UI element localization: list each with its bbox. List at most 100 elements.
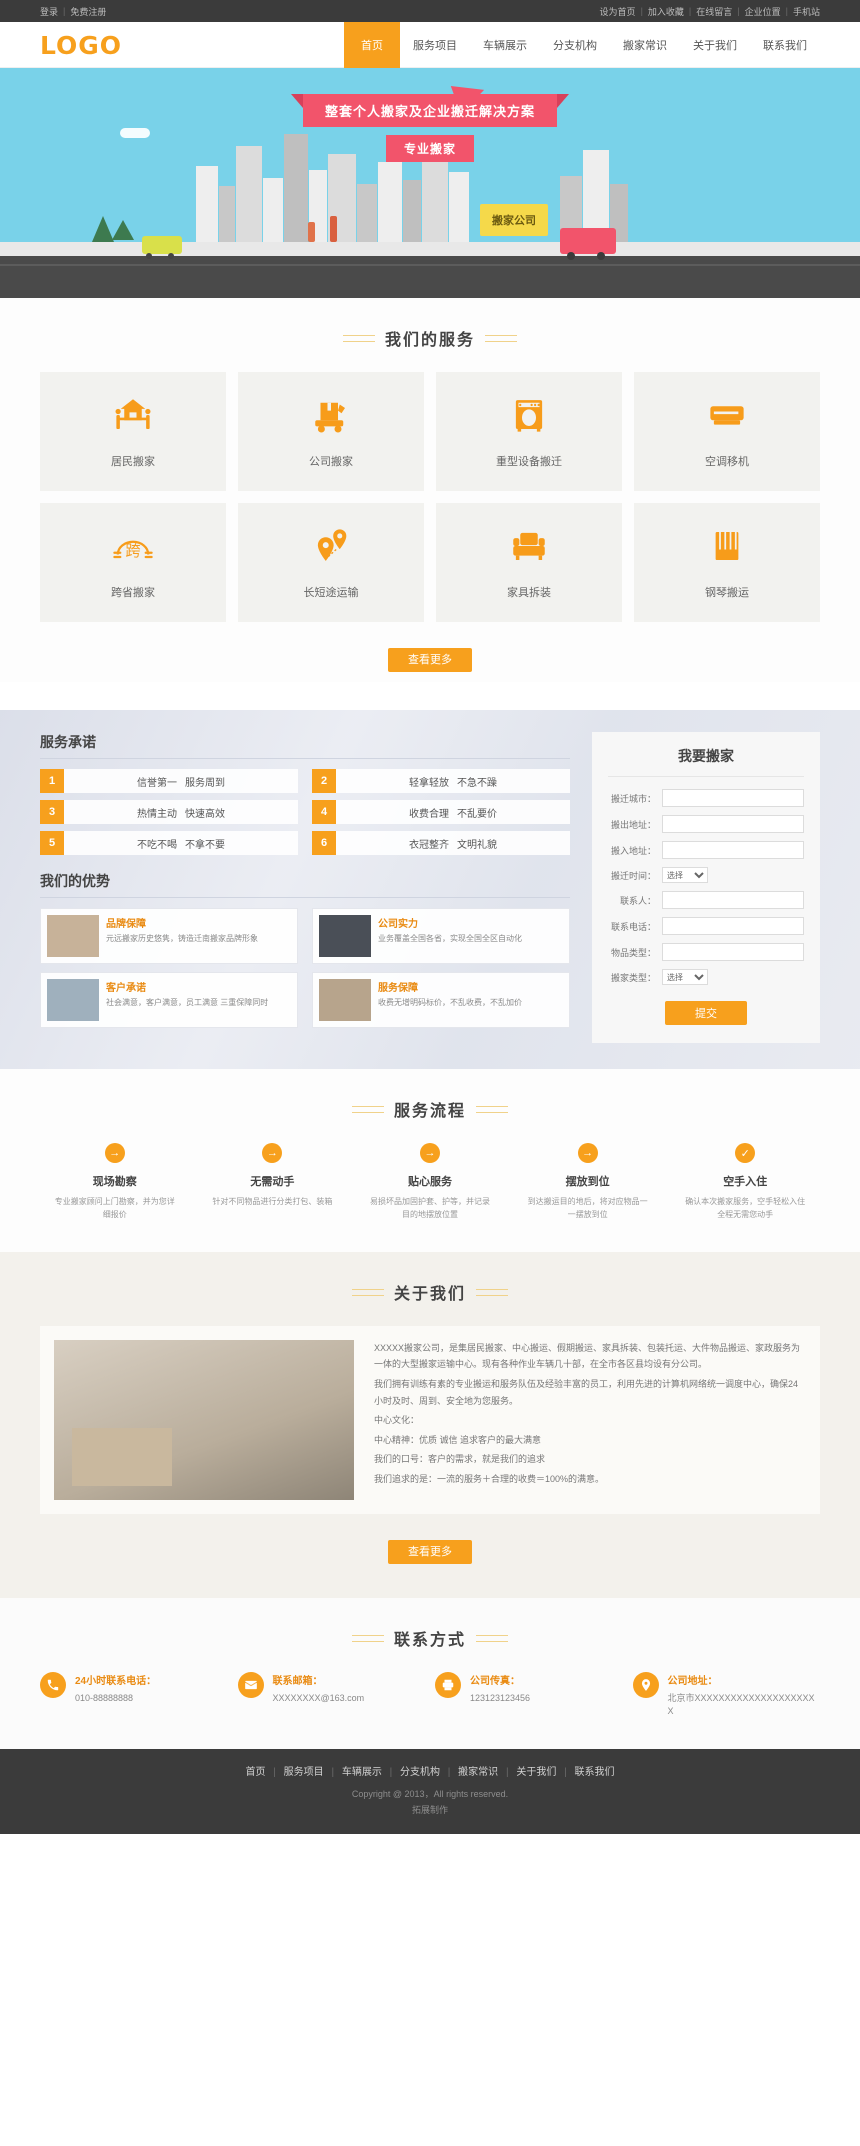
nav-item-vehicles[interactable]: 车辆展示 (470, 22, 540, 68)
hero-banner[interactable]: 搬家公司 整套个人搬家及企业搬迁解决方案 专业搬家 (0, 68, 860, 298)
washing-machine-icon (508, 394, 550, 439)
advantage-item[interactable]: 公司实力 业务覆盖全国各省，实现全国全区自动化 (312, 908, 570, 964)
to-address-input[interactable] (662, 841, 804, 859)
footer-link-vehicles[interactable]: 车辆展示 (342, 1767, 382, 1778)
footer-link-about[interactable]: 关于我们 (516, 1767, 556, 1778)
footer-link-branches[interactable]: 分支机构 (400, 1767, 440, 1778)
footer-link-contact[interactable]: 联系我们 (575, 1767, 615, 1778)
add-favorite-link[interactable]: 加入收藏 (648, 5, 684, 18)
advantage-body: 公司实力 业务覆盖全国各省，实现全国全区自动化 (378, 915, 522, 957)
contact-name-input[interactable] (662, 891, 804, 909)
building-shape (219, 186, 235, 242)
advantage-thumbnail (47, 979, 99, 1021)
advantage-item[interactable]: 品牌保障 元远搬家历史悠隽，铸造迁南搬家品牌形象 (40, 908, 298, 964)
building-shape (403, 180, 421, 242)
form-row-from-address: 搬出地址： (608, 815, 804, 833)
contact-value: 北京市XXXXXXXXXXXXXXXXXXXXX (667, 1692, 815, 1717)
goods-type-input[interactable] (662, 943, 804, 961)
service-card[interactable]: 长短途运输 (238, 503, 424, 622)
process-step: → 摆放到位 到达搬运目的地后，将对应物品一一摆放到位 (513, 1143, 663, 1222)
separator: | (640, 6, 643, 16)
nav-item-knowledge[interactable]: 搬家常识 (610, 22, 680, 68)
about-paragraph: 我们的口号：客户的需求，就是我们的追求 (374, 1454, 546, 1465)
separator: | (785, 6, 788, 16)
advantage-desc: 业务覆盖全国各省，实现全国全区自动化 (378, 934, 522, 943)
form-label: 联系人： (619, 895, 656, 906)
nav-item-home[interactable]: 首页 (344, 22, 400, 68)
service-card[interactable]: 居民搬家 (40, 372, 226, 491)
mobile-site-link[interactable]: 手机站 (793, 5, 820, 18)
advantage-desc: 收费无增明码标价，不乱收费，不乱加价 (378, 998, 522, 1007)
separator: | (688, 6, 692, 16)
form-label: 搬家类型： (610, 972, 656, 983)
phone-icon (40, 1671, 66, 1698)
site-header: LOGO 首页 服务项目 车辆展示 分支机构 搬家常识 关于我们 联系我们 (0, 22, 860, 68)
promise-text: 不吃不喝 不拿不要 (64, 831, 298, 855)
promise-text-b: 不急不躁 (457, 777, 497, 789)
site-logo[interactable]: LOGO (40, 31, 122, 60)
city-input[interactable] (662, 789, 804, 807)
process-step-desc: 到达搬运目的地后，将对应物品一一摆放到位 (527, 1197, 648, 1219)
services-more-button[interactable]: 查看更多 (388, 648, 472, 672)
advantage-head: 服务保障 (378, 983, 418, 994)
from-address-input[interactable] (662, 815, 804, 833)
login-link[interactable]: 登录 (40, 5, 58, 18)
map-pins-icon (310, 525, 352, 570)
about-heading: 关于我们 (0, 1252, 860, 1326)
service-label: 空调移机 (705, 456, 749, 468)
about-more-button[interactable]: 查看更多 (388, 1539, 472, 1564)
contact-body: 24小时联系电话： 010-88888888 (75, 1672, 156, 1706)
set-homepage-link[interactable]: 设为首页 (600, 5, 636, 18)
sofa-icon (508, 525, 550, 570)
promise-text-a: 信誉第一 (137, 777, 177, 789)
advantage-item[interactable]: 客户承诺 社会满意，客户满意，员工满意 三重保障同时 (40, 972, 298, 1028)
about-content: XXXXX搬家公司，是集居民搬家、中心搬运、假期搬运、家具拆装、包装托运、大件物… (40, 1325, 820, 1514)
person-icon (330, 216, 337, 242)
nav-item-services[interactable]: 服务项目 (400, 22, 470, 68)
nav-item-contact[interactable]: 联系我们 (750, 22, 820, 68)
advantage-thumbnail (319, 915, 371, 957)
about-section: 关于我们 XXXXX搬家公司，是集居民搬家、中心搬运、假期搬运、家具拆装、包装托… (0, 1251, 860, 1598)
nav-item-branches[interactable]: 分支机构 (540, 22, 610, 68)
contact-value: XXXXXXXX@163.com (272, 1692, 365, 1703)
nav-item-about[interactable]: 关于我们 (680, 22, 750, 68)
service-card[interactable]: 空调移机 (634, 372, 820, 491)
advantage-desc: 社会满意，客户满意，员工满意 三重保障同时 (106, 998, 269, 1007)
footer-link-services[interactable]: 服务项目 (284, 1767, 324, 1778)
top-utility-bar: 登录 | 免费注册 设为首页 | 加入收藏 | 在线留言 | 企业位置 | 手机… (0, 0, 860, 22)
advantage-head: 品牌保障 (106, 919, 146, 930)
service-card[interactable]: 钢琴搬运 (634, 503, 820, 622)
service-card[interactable]: 跨 跨省搬家 (40, 503, 226, 622)
register-link[interactable]: 免费注册 (70, 5, 106, 18)
arrow-right-icon: → (577, 1143, 598, 1163)
form-label: 搬迁城市： (610, 793, 656, 804)
advantage-item[interactable]: 服务保障 收费无增明码标价，不乱收费，不乱加价 (312, 972, 570, 1028)
form-row-city: 搬迁城市： (608, 789, 804, 807)
footer-link-knowledge[interactable]: 搬家常识 (458, 1767, 498, 1778)
advantage-body: 品牌保障 元远搬家历史悠隽，铸造迁南搬家品牌形象 (106, 915, 258, 957)
advantage-head: 客户承诺 (106, 983, 146, 994)
form-submit-button[interactable]: 提交 (665, 1001, 747, 1025)
section-title-text: 关于我们 (351, 1280, 509, 1304)
online-message-link[interactable]: 在线留言 (696, 5, 732, 18)
about-paragraph: 我们追求的是：一流的服务＋合理的收费＝100%的满意。 (374, 1474, 605, 1485)
promise-item: 6 衣冠整齐 文明礼貌 (312, 831, 570, 855)
about-paragraph: 中心文化： (374, 1415, 420, 1426)
footer-link-home[interactable]: 首页 (245, 1767, 265, 1778)
service-card[interactable]: 公司搬家 (238, 372, 424, 491)
contact-heading: 联系方式 (0, 1598, 860, 1672)
move-time-select[interactable]: 选择 (662, 867, 708, 883)
main-navigation: 首页 服务项目 车辆展示 分支机构 搬家常识 关于我们 联系我们 (344, 22, 820, 68)
service-card[interactable]: 重型设备搬迁 (436, 372, 622, 491)
advantage-title: 我们的优势 (40, 871, 570, 898)
service-card[interactable]: 家具拆装 (436, 503, 622, 622)
company-location-link[interactable]: 企业位置 (745, 5, 781, 18)
promise-text-a: 热情主动 (137, 808, 177, 820)
promise-grid: 1 信誉第一 服务周到 2 轻拿轻放 不急不躁 3 热情主动 快速高效 4 收费… (40, 769, 570, 855)
contact-phone-input[interactable] (662, 917, 804, 935)
move-type-select[interactable]: 选择 (662, 969, 708, 985)
promise-item: 5 不吃不喝 不拿不要 (40, 831, 298, 855)
banner-ground (0, 242, 860, 256)
building-shape (357, 184, 377, 242)
piano-icon (706, 525, 748, 570)
